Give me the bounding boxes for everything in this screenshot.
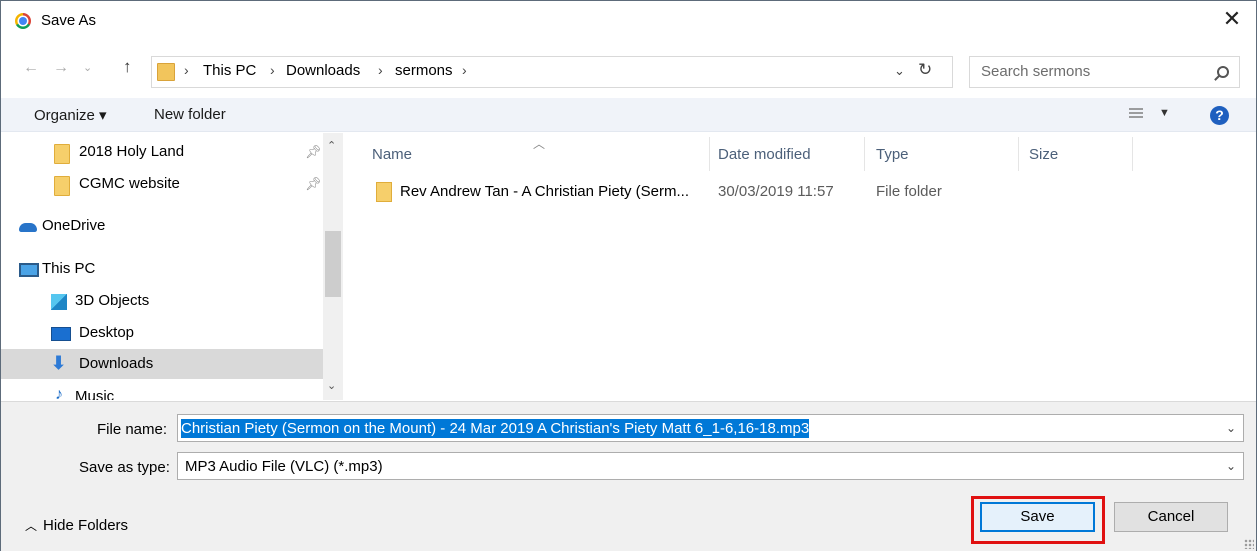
column-divider[interactable] — [1132, 137, 1133, 171]
file-list: ︿ Name Date modified Type Size Rev Andre… — [344, 133, 1256, 400]
nav-item-cgmc-website[interactable]: CGMC website 📌︎ — [1, 169, 323, 199]
nav-item-label: Music — [75, 388, 115, 400]
nav-item-this-pc[interactable]: This PC — [1, 254, 323, 284]
folder-icon — [157, 63, 175, 81]
navigation-pane: 2018 Holy Land 📌︎ CGMC website 📌︎ OneDri… — [1, 133, 343, 400]
chevron-down-icon[interactable]: ⌄ — [1226, 459, 1236, 473]
column-header-size[interactable]: Size — [1029, 146, 1058, 163]
breadcrumb-this-pc[interactable]: This PC — [203, 62, 256, 79]
file-name-label: File name: — [97, 421, 168, 438]
breadcrumb-separator-icon: › — [462, 62, 467, 78]
new-folder-button[interactable]: New folder — [154, 106, 226, 123]
save-type-select[interactable]: MP3 Audio File (VLC) (*.mp3) ⌄ — [177, 452, 1244, 480]
folder-icon — [54, 176, 70, 196]
pc-icon — [19, 263, 39, 277]
onedrive-icon — [19, 223, 37, 232]
music-icon: ♪ — [55, 386, 63, 400]
nav-item-label: This PC — [42, 260, 96, 277]
breadcrumb-separator-icon: › — [184, 62, 189, 78]
folder-icon — [376, 182, 392, 202]
resize-grip-icon[interactable] — [1244, 539, 1254, 549]
column-divider[interactable] — [1018, 137, 1019, 171]
save-button-highlight — [971, 496, 1105, 544]
save-type-label: Save as type: — [79, 459, 170, 476]
save-as-dialog: Save As ✕ ← → ⌄ ↑ › This PC › Downloads … — [0, 0, 1257, 551]
breadcrumb-downloads[interactable]: Downloads — [286, 62, 360, 79]
hide-folders-label: Hide Folders — [43, 517, 129, 534]
nav-item-label: 2018 Holy Land — [79, 143, 185, 160]
back-arrow-icon[interactable]: ← — [23, 59, 39, 77]
close-button[interactable]: ✕ — [1219, 7, 1245, 33]
search-placeholder: Search sermons — [981, 63, 1091, 80]
hide-folders-button[interactable]: ︿ Hide Folders — [25, 517, 128, 534]
nav-item-label: CGMC website — [79, 175, 180, 192]
save-type-value: MP3 Audio File (VLC) (*.mp3) — [185, 458, 383, 475]
nav-item-downloads[interactable]: ⬇ Downloads — [1, 349, 323, 379]
column-divider[interactable] — [709, 137, 710, 171]
forward-arrow-icon[interactable]: → — [53, 59, 69, 77]
column-header-name[interactable]: Name — [372, 146, 412, 163]
view-options-icon[interactable] — [1129, 108, 1143, 120]
recent-locations-chevron-icon[interactable]: ⌄ — [83, 61, 92, 74]
address-bar[interactable]: › This PC › Downloads › sermons › ⌄ ↻ — [151, 56, 953, 88]
view-dropdown-icon[interactable]: ▼ — [1159, 107, 1170, 119]
nav-item-2018-holy-land[interactable]: 2018 Holy Land 📌︎ — [1, 137, 323, 167]
column-divider[interactable] — [864, 137, 865, 171]
nav-item-label: Downloads — [79, 355, 154, 372]
organize-button[interactable]: Organize ▾ — [34, 106, 107, 124]
scroll-up-icon[interactable]: ⌃ — [327, 139, 336, 152]
title-bar: Save As ✕ — [1, 1, 1256, 41]
breadcrumb-separator-icon: › — [378, 62, 383, 78]
search-input[interactable]: Search sermons — [969, 56, 1240, 88]
up-arrow-icon[interactable]: ↑ — [123, 57, 132, 77]
scrollbar-thumb[interactable] — [325, 231, 341, 297]
column-header-type[interactable]: Type — [876, 146, 909, 163]
breadcrumb-sermons[interactable]: sermons — [395, 62, 453, 79]
chevron-down-icon[interactable]: ⌄ — [1226, 421, 1236, 435]
file-name: Rev Andrew Tan - A Christian Piety (Serm… — [400, 183, 690, 200]
nav-item-music[interactable]: ♪ Music — [1, 382, 323, 400]
chevron-up-icon: ︿ — [25, 519, 38, 533]
sort-ascending-icon: ︿ — [533, 137, 546, 151]
help-icon[interactable]: ? — [1210, 106, 1229, 125]
nav-item-onedrive[interactable]: OneDrive — [1, 211, 323, 241]
cancel-button[interactable]: Cancel — [1114, 502, 1228, 532]
folder-icon — [54, 144, 70, 164]
nav-item-label: OneDrive — [42, 217, 106, 234]
nav-item-desktop[interactable]: Desktop — [1, 318, 323, 348]
file-name-field[interactable]: Christian Piety (Sermon on the Mount) - … — [177, 414, 1244, 442]
cube-icon — [51, 294, 67, 310]
window-title: Save As — [41, 12, 97, 29]
search-icon — [1217, 66, 1229, 78]
refresh-icon[interactable]: ↻ — [918, 60, 932, 80]
column-header-date-modified[interactable]: Date modified — [718, 146, 811, 163]
command-toolbar: Organize ▾ New folder ▼ — [1, 98, 1256, 132]
nav-pane-scrollbar[interactable]: ⌃ ⌄ — [323, 133, 343, 400]
file-type: File folder — [876, 183, 942, 200]
address-dropdown-icon[interactable]: ⌄ — [894, 63, 905, 79]
file-name-value: Christian Piety (Sermon on the Mount) - … — [181, 419, 810, 438]
breadcrumb-separator-icon: › — [270, 62, 275, 78]
nav-item-label: 3D Objects — [75, 292, 150, 309]
pin-icon: 📌︎ — [305, 144, 322, 159]
file-date: 30/03/2019 11:57 — [718, 183, 834, 200]
desktop-icon — [51, 327, 71, 341]
chrome-icon — [15, 13, 31, 29]
downloads-icon: ⬇ — [51, 353, 67, 373]
pin-icon: 📌︎ — [305, 176, 322, 191]
nav-item-3d-objects[interactable]: 3D Objects — [1, 286, 323, 316]
file-row[interactable]: Rev Andrew Tan - A Christian Piety (Serm… — [362, 177, 1142, 205]
nav-item-label: Desktop — [79, 324, 135, 341]
scroll-down-icon[interactable]: ⌄ — [327, 379, 336, 392]
